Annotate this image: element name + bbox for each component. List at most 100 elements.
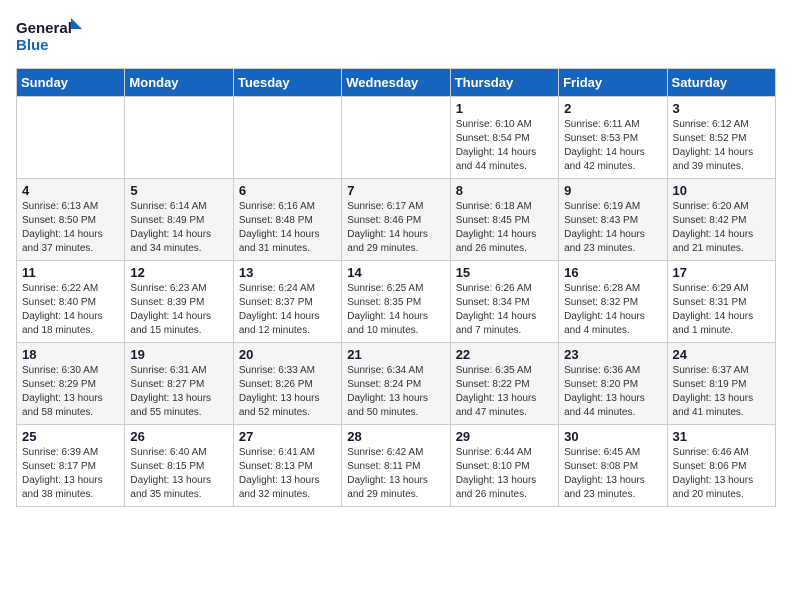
day-number: 30 [564, 429, 661, 444]
calendar-table: SundayMondayTuesdayWednesdayThursdayFrid… [16, 68, 776, 507]
day-info: Sunrise: 6:31 AM Sunset: 8:27 PM Dayligh… [130, 364, 227, 420]
day-number: 12 [130, 265, 227, 280]
day-number: 27 [239, 429, 336, 444]
day-number: 26 [130, 429, 227, 444]
calendar-cell: 7 Sunrise: 6:17 AM Sunset: 8:46 PM Daylig… [342, 179, 450, 261]
calendar-week-row: 4 Sunrise: 6:13 AM Sunset: 8:50 PM Daylig… [17, 179, 776, 261]
calendar-cell: 12 Sunrise: 6:23 AM Sunset: 8:39 PM Dayli… [125, 261, 233, 343]
calendar-cell: 27 Sunrise: 6:41 AM Sunset: 8:13 PM Dayli… [233, 425, 341, 507]
day-number: 31 [673, 429, 770, 444]
calendar-cell: 18 Sunrise: 6:30 AM Sunset: 8:29 PM Dayli… [17, 343, 125, 425]
day-number: 22 [456, 347, 553, 362]
day-number: 1 [456, 101, 553, 116]
day-number: 16 [564, 265, 661, 280]
day-number: 2 [564, 101, 661, 116]
day-info: Sunrise: 6:30 AM Sunset: 8:29 PM Dayligh… [22, 364, 119, 420]
day-info: Sunrise: 6:12 AM Sunset: 8:52 PM Dayligh… [673, 118, 770, 174]
calendar-cell: 24 Sunrise: 6:37 AM Sunset: 8:19 PM Dayli… [667, 343, 775, 425]
calendar-cell [342, 97, 450, 179]
day-number: 18 [22, 347, 119, 362]
calendar-header-monday: Monday [125, 69, 233, 97]
day-number: 3 [673, 101, 770, 116]
calendar-week-row: 18 Sunrise: 6:30 AM Sunset: 8:29 PM Dayli… [17, 343, 776, 425]
day-info: Sunrise: 6:46 AM Sunset: 8:06 PM Dayligh… [673, 446, 770, 502]
day-info: Sunrise: 6:23 AM Sunset: 8:39 PM Dayligh… [130, 282, 227, 338]
calendar-cell: 28 Sunrise: 6:42 AM Sunset: 8:11 PM Dayli… [342, 425, 450, 507]
calendar-cell: 23 Sunrise: 6:36 AM Sunset: 8:20 PM Dayli… [559, 343, 667, 425]
calendar-cell: 19Sunrise: 6:31 AM Sunset: 8:27 PM Dayli… [125, 343, 233, 425]
calendar-cell: 31 Sunrise: 6:46 AM Sunset: 8:06 PM Dayli… [667, 425, 775, 507]
calendar-cell: 3 Sunrise: 6:12 AM Sunset: 8:52 PM Daylig… [667, 97, 775, 179]
svg-text:Blue: Blue [16, 37, 49, 54]
calendar-cell: 1Sunrise: 6:10 AM Sunset: 8:54 PM Daylig… [450, 97, 558, 179]
day-info: Sunrise: 6:37 AM Sunset: 8:19 PM Dayligh… [673, 364, 770, 420]
calendar-cell: 5Sunrise: 6:14 AM Sunset: 8:49 PM Daylig… [125, 179, 233, 261]
day-number: 24 [673, 347, 770, 362]
page-header: GeneralBlue [16, 16, 776, 56]
day-info: Sunrise: 6:24 AM Sunset: 8:37 PM Dayligh… [239, 282, 336, 338]
day-info: Sunrise: 6:28 AM Sunset: 8:32 PM Dayligh… [564, 282, 661, 338]
day-number: 21 [347, 347, 444, 362]
calendar-header-wednesday: Wednesday [342, 69, 450, 97]
day-info: Sunrise: 6:41 AM Sunset: 8:13 PM Dayligh… [239, 446, 336, 502]
day-info: Sunrise: 6:18 AM Sunset: 8:45 PM Dayligh… [456, 200, 553, 256]
day-number: 7 [347, 183, 444, 198]
day-number: 29 [456, 429, 553, 444]
day-info: Sunrise: 6:44 AM Sunset: 8:10 PM Dayligh… [456, 446, 553, 502]
day-info: Sunrise: 6:35 AM Sunset: 8:22 PM Dayligh… [456, 364, 553, 420]
day-info: Sunrise: 6:34 AM Sunset: 8:24 PM Dayligh… [347, 364, 444, 420]
calendar-cell: 6Sunrise: 6:16 AM Sunset: 8:48 PM Daylig… [233, 179, 341, 261]
logo: GeneralBlue [16, 16, 86, 56]
svg-text:General: General [16, 20, 72, 37]
day-number: 11 [22, 265, 119, 280]
calendar-cell [17, 97, 125, 179]
calendar-header-friday: Friday [559, 69, 667, 97]
calendar-cell: 30 Sunrise: 6:45 AM Sunset: 8:08 PM Dayli… [559, 425, 667, 507]
day-number: 8 [456, 183, 553, 198]
logo-svg: GeneralBlue [16, 16, 86, 56]
day-info: Sunrise: 6:22 AM Sunset: 8:40 PM Dayligh… [22, 282, 119, 338]
calendar-cell: 13 Sunrise: 6:24 AM Sunset: 8:37 PM Dayli… [233, 261, 341, 343]
calendar-cell: 16 Sunrise: 6:28 AM Sunset: 8:32 PM Dayli… [559, 261, 667, 343]
day-info: Sunrise: 6:19 AM Sunset: 8:43 PM Dayligh… [564, 200, 661, 256]
day-number: 13 [239, 265, 336, 280]
calendar-header-tuesday: Tuesday [233, 69, 341, 97]
day-number: 6 [239, 183, 336, 198]
day-info: Sunrise: 6:29 AM Sunset: 8:31 PM Dayligh… [673, 282, 770, 338]
calendar-cell: 20Sunrise: 6:33 AM Sunset: 8:26 PM Dayli… [233, 343, 341, 425]
calendar-header-sunday: Sunday [17, 69, 125, 97]
calendar-cell: 21 Sunrise: 6:34 AM Sunset: 8:24 PM Dayli… [342, 343, 450, 425]
calendar-cell [233, 97, 341, 179]
day-info: Sunrise: 6:45 AM Sunset: 8:08 PM Dayligh… [564, 446, 661, 502]
day-info: Sunrise: 6:40 AM Sunset: 8:15 PM Dayligh… [130, 446, 227, 502]
calendar-week-row: 11 Sunrise: 6:22 AM Sunset: 8:40 PM Dayli… [17, 261, 776, 343]
calendar-cell: 29 Sunrise: 6:44 AM Sunset: 8:10 PM Dayli… [450, 425, 558, 507]
calendar-cell: 8 Sunrise: 6:18 AM Sunset: 8:45 PM Daylig… [450, 179, 558, 261]
day-number: 25 [22, 429, 119, 444]
day-info: Sunrise: 6:20 AM Sunset: 8:42 PM Dayligh… [673, 200, 770, 256]
day-info: Sunrise: 6:42 AM Sunset: 8:11 PM Dayligh… [347, 446, 444, 502]
calendar-header-saturday: Saturday [667, 69, 775, 97]
calendar-cell [125, 97, 233, 179]
day-info: Sunrise: 6:11 AM Sunset: 8:53 PM Dayligh… [564, 118, 661, 174]
day-info: Sunrise: 6:13 AM Sunset: 8:50 PM Dayligh… [22, 200, 119, 256]
calendar-cell: 10Sunrise: 6:20 AM Sunset: 8:42 PM Dayli… [667, 179, 775, 261]
day-number: 9 [564, 183, 661, 198]
day-info: Sunrise: 6:14 AM Sunset: 8:49 PM Dayligh… [130, 200, 227, 256]
day-number: 4 [22, 183, 119, 198]
calendar-cell: 17 Sunrise: 6:29 AM Sunset: 8:31 PM Dayli… [667, 261, 775, 343]
calendar-header-row: SundayMondayTuesdayWednesdayThursdayFrid… [17, 69, 776, 97]
calendar-week-row: 25 Sunrise: 6:39 AM Sunset: 8:17 PM Dayli… [17, 425, 776, 507]
day-number: 28 [347, 429, 444, 444]
day-info: Sunrise: 6:25 AM Sunset: 8:35 PM Dayligh… [347, 282, 444, 338]
day-number: 14 [347, 265, 444, 280]
day-number: 23 [564, 347, 661, 362]
calendar-cell: 11 Sunrise: 6:22 AM Sunset: 8:40 PM Dayli… [17, 261, 125, 343]
day-number: 15 [456, 265, 553, 280]
day-info: Sunrise: 6:36 AM Sunset: 8:20 PM Dayligh… [564, 364, 661, 420]
day-info: Sunrise: 6:26 AM Sunset: 8:34 PM Dayligh… [456, 282, 553, 338]
calendar-cell: 4 Sunrise: 6:13 AM Sunset: 8:50 PM Daylig… [17, 179, 125, 261]
day-info: Sunrise: 6:17 AM Sunset: 8:46 PM Dayligh… [347, 200, 444, 256]
day-number: 17 [673, 265, 770, 280]
day-info: Sunrise: 6:39 AM Sunset: 8:17 PM Dayligh… [22, 446, 119, 502]
